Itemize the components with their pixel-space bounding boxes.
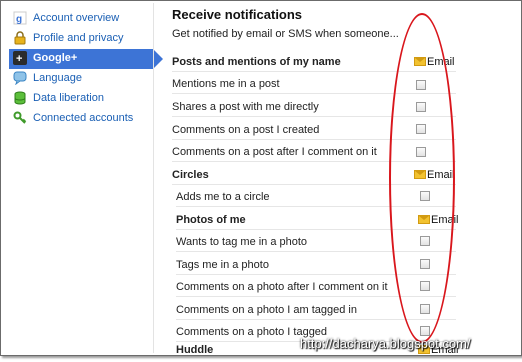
email-checkbox[interactable]: [420, 259, 430, 269]
lock-icon: [13, 31, 27, 45]
page-title: Receive notifications: [172, 7, 303, 22]
page-subtitle: Get notified by email or SMS when someon…: [172, 28, 399, 40]
email-checkbox[interactable]: [416, 80, 426, 90]
sidebar-item-language[interactable]: Language: [9, 69, 153, 89]
email-label: Email: [427, 56, 455, 68]
list-item: Tags me in a photo: [176, 255, 456, 275]
list-item: Comments on a post I created: [172, 120, 456, 140]
email-column-label: Email: [414, 56, 455, 68]
list-item: Comments on a photo after I comment on i…: [176, 277, 456, 297]
notification-label: Mentions me in a post: [172, 78, 280, 90]
sidebar-item-connected-accounts[interactable]: Connected accounts: [9, 109, 153, 129]
sidebar-item-label: Connected accounts: [33, 112, 134, 124]
list-item: Wants to tag me in a photo: [176, 232, 456, 252]
notification-label: Comments on a photo I am tagged in: [176, 304, 357, 316]
list-item: Adds me to a circle: [176, 187, 456, 207]
email-checkbox[interactable]: [416, 147, 426, 157]
section-title: Circles: [172, 169, 209, 181]
list-item: Mentions me in a post: [172, 74, 456, 94]
email-checkbox[interactable]: [420, 191, 430, 201]
section-title: Photos of me: [176, 214, 246, 226]
speech-bubble-icon: [13, 71, 27, 86]
list-item: Comments on a post after I comment on it: [172, 142, 456, 162]
email-label: Email: [427, 169, 455, 181]
list-item: Shares a post with me directly: [172, 97, 456, 117]
email-label: Email: [431, 214, 459, 226]
notification-label: Adds me to a circle: [176, 191, 270, 203]
notification-label: Shares a post with me directly: [172, 101, 319, 113]
sidebar-item-label: Data liberation: [33, 92, 104, 104]
email-checkbox[interactable]: [416, 124, 426, 134]
google-plus-icon: +: [13, 51, 27, 65]
envelope-icon: [418, 215, 430, 224]
envelope-icon: [414, 57, 426, 66]
sidebar-item-data-liberation[interactable]: Data liberation: [9, 89, 153, 109]
sidebar-item-label: Account overview: [33, 12, 120, 24]
google-icon: g: [13, 11, 27, 25]
email-checkbox[interactable]: [420, 236, 430, 246]
notification-label: Comments on a post after I comment on it: [172, 146, 377, 158]
notifications-panel: Receive notifications Get notified by em…: [160, 3, 520, 356]
sidebar-item-label: Google+: [33, 52, 78, 64]
email-checkbox[interactable]: [420, 304, 430, 314]
svg-text:g: g: [16, 14, 22, 25]
section-title: Huddle: [176, 344, 214, 356]
database-icon: [13, 91, 27, 105]
key-icon: [13, 111, 27, 125]
sidebar-item-label: Profile and privacy: [33, 32, 124, 44]
svg-text:+: +: [16, 53, 22, 65]
email-column-label: Email: [414, 169, 455, 181]
section-title: Posts and mentions of my name: [172, 56, 341, 68]
sidebar-item-google-plus[interactable]: + Google+: [9, 49, 163, 69]
section-header-photos: Photos of me: [176, 210, 456, 230]
sidebar-divider: [153, 3, 154, 353]
sidebar-item-profile-and-privacy[interactable]: Profile and privacy: [9, 29, 153, 49]
notification-label: Comments on a post I created: [172, 124, 320, 136]
watermark: http://dacharya.blogspot.com/: [300, 336, 471, 351]
email-checkbox[interactable]: [416, 102, 426, 112]
email-checkbox[interactable]: [420, 281, 430, 291]
list-item: Comments on a photo I am tagged in: [176, 300, 456, 320]
email-checkbox[interactable]: [420, 326, 430, 336]
email-column-label: Email: [418, 214, 459, 226]
notification-label: Tags me in a photo: [176, 259, 269, 271]
envelope-icon: [414, 170, 426, 179]
sidebar-item-label: Language: [33, 72, 82, 84]
notification-label: Comments on a photo after I comment on i…: [176, 281, 388, 293]
notification-label: Wants to tag me in a photo: [176, 236, 308, 248]
sidebar-item-account-overview[interactable]: g Account overview: [9, 9, 153, 29]
sidebar: g Account overview Profile and privacy +…: [3, 3, 163, 353]
